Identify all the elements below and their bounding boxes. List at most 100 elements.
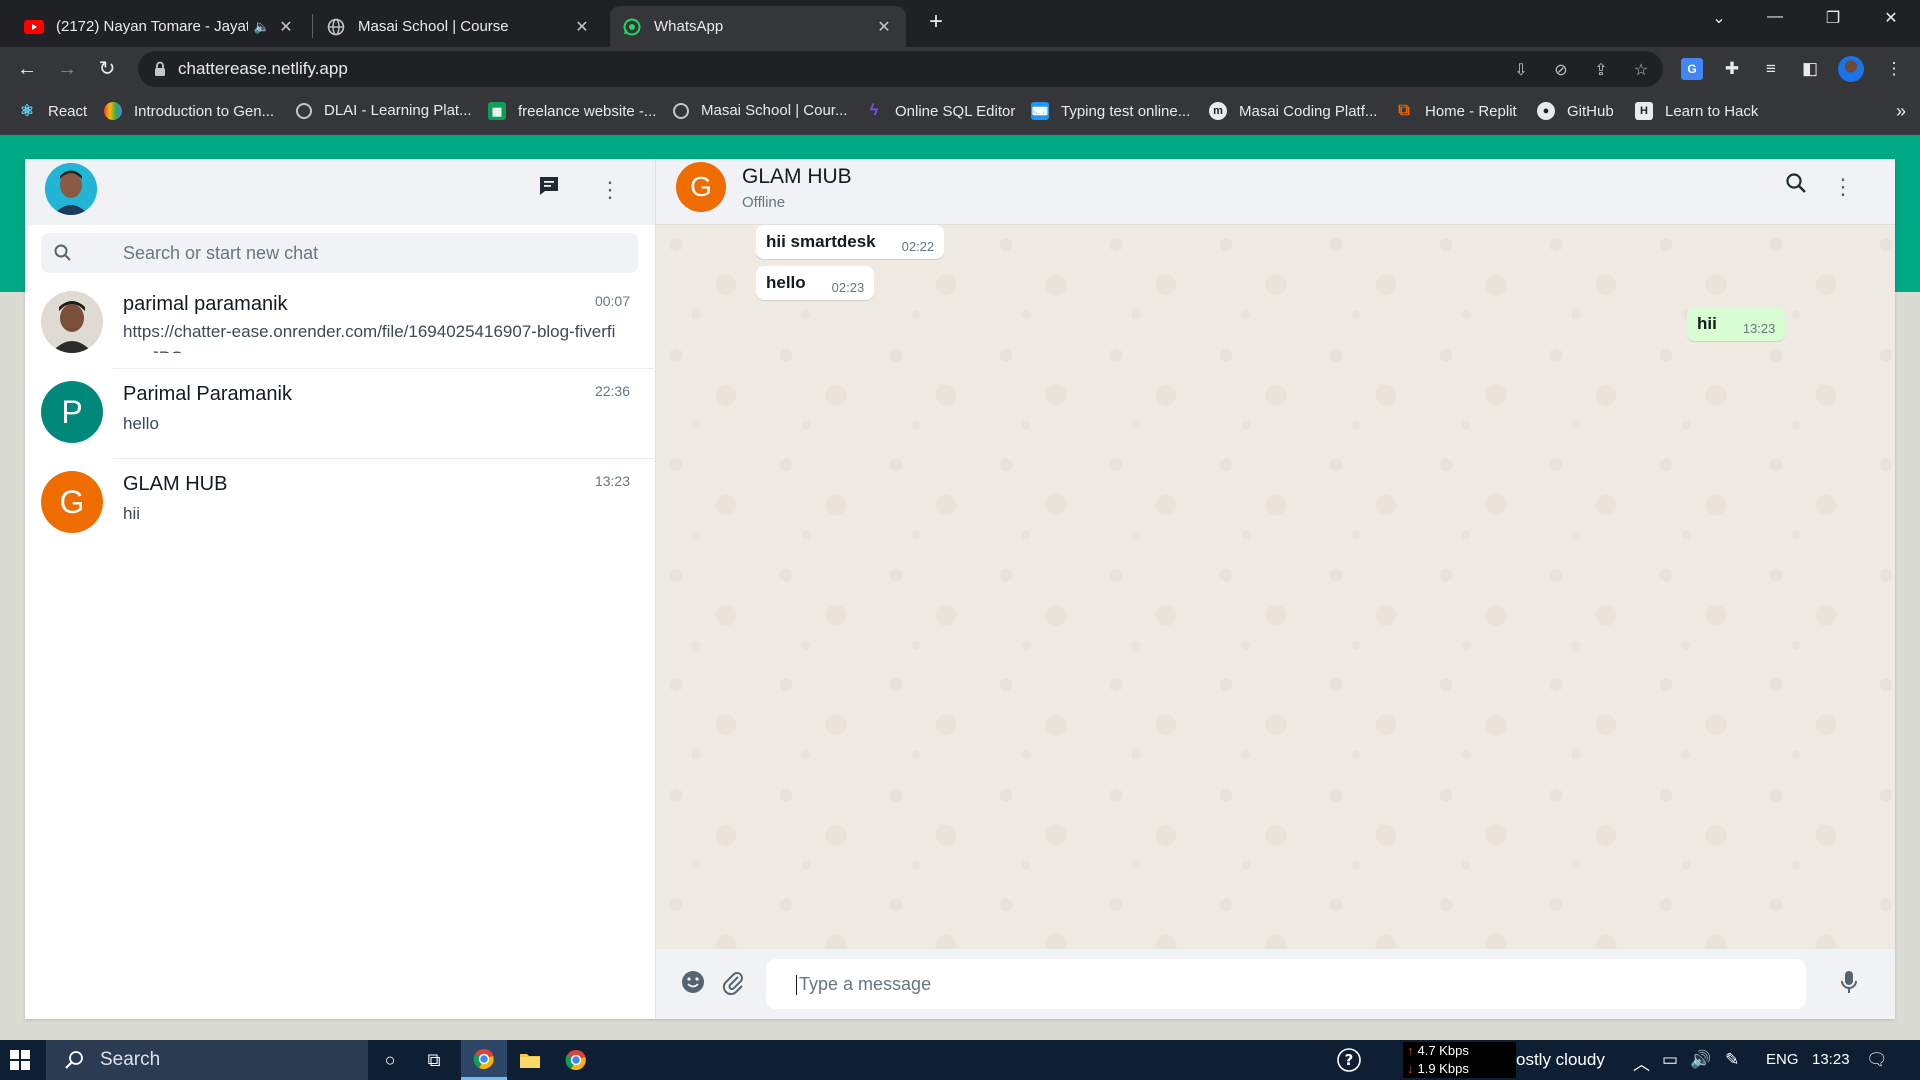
extensions-icon[interactable]: ✚: [1721, 58, 1743, 80]
close-tab-icon[interactable]: ✕: [276, 17, 296, 37]
bookmark-react[interactable]: ⚛ React: [18, 102, 88, 121]
search-icon[interactable]: [1781, 172, 1811, 202]
message-composer: Type a message: [656, 949, 1895, 1019]
close-tab-icon[interactable]: ✕: [572, 17, 592, 37]
bookmark-learn-to-hack[interactable]: H Learn to Hack: [1635, 102, 1758, 120]
emoji-icon[interactable]: [678, 969, 708, 999]
close-tab-icon[interactable]: ✕: [874, 17, 894, 37]
sidebar-header: ⋮: [25, 159, 655, 225]
bookmark-dlai[interactable]: DLAI - Learning Plat...: [296, 102, 472, 119]
file-explorer-icon[interactable]: [507, 1040, 553, 1080]
search-placeholder: Search or start new chat: [123, 243, 319, 263]
side-panel-icon[interactable]: ◧: [1799, 58, 1821, 80]
bookmark-sql-editor[interactable]: ϟ Online SQL Editor: [865, 102, 1016, 120]
new-chat-icon[interactable]: [534, 175, 564, 205]
forward-button[interactable]: →: [53, 55, 81, 83]
sidebar-menu-icon[interactable]: ⋮: [595, 175, 625, 205]
conversation-menu-icon[interactable]: ⋮: [1828, 172, 1858, 202]
globe-icon: [326, 17, 346, 37]
help-icon[interactable]: ?: [1326, 1040, 1372, 1080]
bookmark-typing-test[interactable]: ⌨ Typing test online...: [1031, 102, 1190, 120]
conversation-avatar[interactable]: G: [676, 162, 726, 212]
restore-button[interactable]: ❐: [1813, 8, 1853, 28]
contact-name: parimal paramanik: [123, 293, 288, 315]
windows-start-icon[interactable]: [10, 1050, 30, 1070]
attach-icon[interactable]: [718, 969, 748, 999]
chat-list-item[interactable]: G GLAM HUB 13:23 hii: [25, 459, 656, 549]
search-input[interactable]: Search or start new chat: [41, 233, 638, 273]
cortana-icon[interactable]: ○: [367, 1040, 413, 1080]
bookmark-freelance[interactable]: ▦ freelance website -...: [488, 102, 656, 120]
bookmark-masai-course[interactable]: Masai School | Cour...: [673, 102, 847, 119]
tracking-protection-icon[interactable]: ⊘: [1551, 60, 1571, 80]
chat-list-item[interactable]: P Parimal Paramanik 22:36 hello: [25, 369, 656, 459]
bookmark-label: Typing test online...: [1061, 102, 1191, 120]
battery-icon[interactable]: ▭: [1662, 1050, 1678, 1070]
weather-text[interactable]: ostly cloudy: [1516, 1050, 1605, 1070]
share-icon[interactable]: ⇪: [1591, 60, 1611, 80]
speaker-icon[interactable]: 🔈: [254, 19, 270, 35]
more-bookmarks-icon[interactable]: »: [1896, 101, 1906, 122]
profile-avatar[interactable]: [1838, 56, 1864, 82]
close-window-button[interactable]: ✕: [1871, 8, 1911, 28]
page: ⋮ Search or start new chat parimal param…: [0, 135, 1920, 1040]
chat-sidebar: ⋮ Search or start new chat parimal param…: [25, 159, 656, 1019]
network-speed-widget: ↑ 4.7 Kbps ↓ 1.9 Kbps: [1403, 1042, 1516, 1078]
chat-app: ⋮ Search or start new chat parimal param…: [25, 159, 1895, 1019]
media-control-icon[interactable]: ≡: [1760, 58, 1782, 80]
message-time: 13:23: [1742, 321, 1776, 336]
minimize-button[interactable]: —: [1755, 8, 1795, 26]
address-bar[interactable]: chatterease.netlify.app ⇩ ⊘ ⇪ ☆: [138, 51, 1663, 87]
youtube-icon: [24, 17, 44, 37]
tab-whatsapp[interactable]: WhatsApp ✕: [610, 6, 906, 47]
chrome-taskbar-icon[interactable]: [461, 1040, 507, 1080]
bookmark-label: Home - Replit: [1425, 102, 1517, 120]
task-view-icon[interactable]: ⧉: [411, 1040, 457, 1080]
lock-icon[interactable]: [152, 60, 170, 78]
last-message-time: 13:23: [594, 473, 630, 489]
bookmark-star-icon[interactable]: ☆: [1631, 60, 1651, 80]
show-hidden-icons-chevron-icon[interactable]: ︿: [1633, 1050, 1650, 1075]
language-indicator[interactable]: ENG: [1766, 1051, 1799, 1068]
message-input[interactable]: Type a message: [766, 959, 1806, 1009]
bookmark-github[interactable]: ● GitHub: [1537, 102, 1614, 120]
message-bubble-incoming: hii smartdesk 02:22: [756, 225, 945, 259]
bookmark-label: Online SQL Editor: [895, 102, 1016, 120]
bookmark-masai-coding[interactable]: m Masai Coding Platf...: [1209, 102, 1377, 120]
search-icon: [64, 1049, 86, 1071]
message-time: 02:23: [831, 280, 865, 295]
tab-youtube[interactable]: (2172) Nayan Tomare - Jayati 🔈 ✕: [12, 6, 308, 47]
globe-icon: [673, 102, 689, 119]
browser-menu-icon[interactable]: ⋮: [1883, 58, 1905, 80]
bookmark-label: Learn to Hack: [1665, 102, 1759, 120]
bookmark-intro-gen[interactable]: Introduction to Gen...: [104, 102, 274, 120]
bookmark-label: React: [48, 102, 88, 120]
pen-icon[interactable]: ✎: [1725, 1050, 1739, 1070]
clock[interactable]: 13:23: [1812, 1051, 1850, 1068]
text-caret: [796, 975, 797, 996]
conversation-header[interactable]: G GLAM HUB Offline ⋮: [656, 159, 1895, 225]
message-time: 02:22: [901, 239, 935, 254]
reload-button[interactable]: ↻: [93, 55, 121, 83]
my-avatar[interactable]: [45, 163, 97, 215]
svg-text:?: ?: [1345, 1051, 1354, 1069]
chat-list-item[interactable]: parimal paramanik 00:07 https://chatter-…: [25, 279, 656, 369]
tab-separator: [312, 14, 313, 38]
tab-title: (2172) Nayan Tomare - Jayati: [56, 18, 248, 35]
new-tab-button[interactable]: +: [922, 9, 950, 37]
install-app-icon[interactable]: ⇩: [1511, 60, 1531, 80]
tab-search-chevron-icon[interactable]: ⌄: [1699, 8, 1739, 28]
notifications-icon[interactable]: 🗨: [1866, 1050, 1888, 1070]
volume-icon[interactable]: 🔊: [1690, 1050, 1711, 1070]
back-button[interactable]: ←: [13, 55, 41, 83]
bookmark-replit[interactable]: ⧉ Home - Replit: [1395, 102, 1517, 120]
microphone-icon[interactable]: [1834, 969, 1864, 999]
taskbar-search[interactable]: Search: [46, 1040, 368, 1080]
message-bubble-incoming: hello 02:23: [756, 266, 875, 300]
tab-masai-course[interactable]: Masai School | Course ✕: [314, 6, 604, 47]
google-translate-icon[interactable]: G: [1681, 58, 1703, 80]
masai-icon: m: [1209, 102, 1227, 120]
url-text: chatterease.netlify.app: [178, 59, 348, 78]
tab-title: WhatsApp: [654, 18, 724, 35]
chrome-second-taskbar-icon[interactable]: [553, 1040, 599, 1080]
